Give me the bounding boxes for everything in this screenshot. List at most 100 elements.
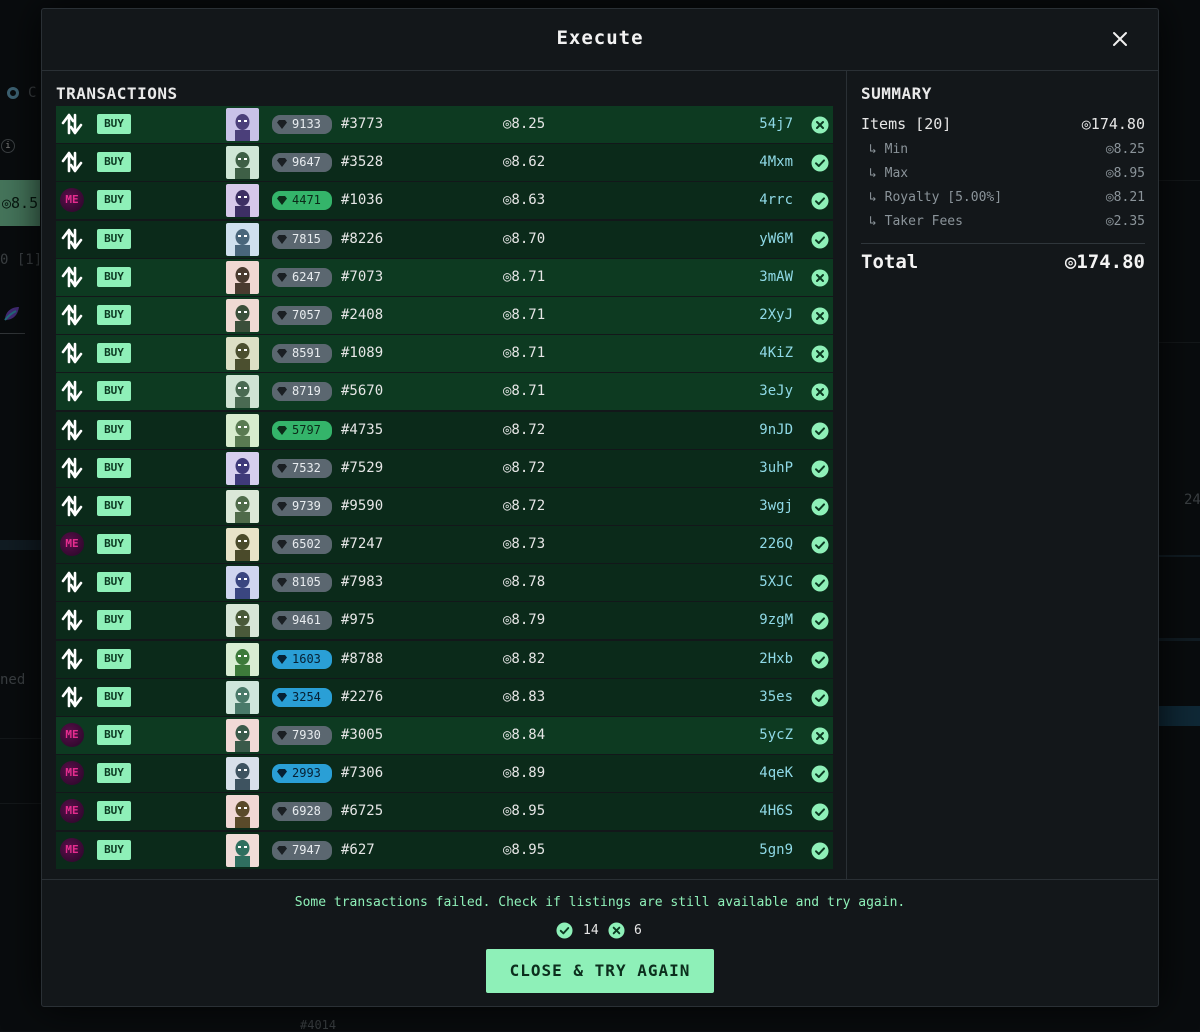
transaction-signature-link[interactable]: 9nJD [759,422,793,438]
nft-thumbnail[interactable] [226,719,259,752]
transaction-signature-link[interactable]: 35es [759,689,793,705]
success-check-icon [811,651,829,669]
nft-thumbnail[interactable] [226,489,259,523]
buy-tag: BUY [97,419,131,440]
nft-thumbnail[interactable] [226,337,259,371]
listing-price: ◎8.71 [503,306,546,323]
transaction-row[interactable]: BUY 8105 #7983 ◎8.78 5XJC [56,564,833,602]
failed-x-icon [811,345,829,363]
nft-thumbnail[interactable] [226,680,259,714]
rarity-rank-badge: 8719 [272,382,332,402]
nft-thumbnail[interactable] [226,222,259,256]
transaction-signature-link[interactable]: 5XJC [759,574,793,590]
transaction-signature-link[interactable]: 4qeK [759,765,793,781]
transaction-row[interactable]: BUY 3254 #2276 ◎8.83 35es [56,678,833,716]
transaction-signature-link[interactable]: 3uhP [759,460,793,476]
rank-number: 6247 [292,269,321,284]
transaction-row[interactable]: BUY 8591 #1089 ◎8.71 4KiZ [56,335,833,373]
gem-icon [277,807,287,817]
summary-max-value: ◎8.95 [1105,166,1145,181]
close-and-try-again-button[interactable]: CLOSE & TRY AGAIN [486,949,714,993]
transaction-signature-link[interactable]: 5ycZ [759,727,793,743]
success-check-icon [811,842,829,860]
transaction-signature-link[interactable]: 4rrc [759,192,793,208]
transaction-row[interactable]: BUY 7815 #8226 ◎8.70 yW6M [56,220,833,258]
listing-price: ◎8.95 [503,803,546,820]
tensor-logo-icon [61,571,83,593]
nft-thumbnail[interactable] [226,604,259,638]
transaction-row[interactable]: BUY 9739 #9590 ◎8.72 3wgj [56,487,833,525]
rank-number: 6928 [292,804,321,819]
nft-thumbnail[interactable] [226,451,259,485]
transaction-row[interactable]: BUY 7057 #2408 ◎8.71 2XyJ [56,296,833,334]
transaction-row[interactable]: BUY 9461 #975 ◎8.79 9zgM [56,602,833,640]
nft-thumbnail[interactable] [226,260,259,294]
transaction-row[interactable]: BUY 9647 #3528 ◎8.62 4Mxm [56,144,833,182]
transaction-signature-link[interactable]: 2XyJ [759,307,793,323]
nft-thumbnail[interactable] [226,833,259,867]
transaction-row[interactable]: BUY 5797 #4735 ◎8.72 9nJD [56,411,833,449]
transaction-signature-link[interactable]: 4KiZ [759,345,793,361]
transaction-row[interactable]: ME BUY 7947 #627 ◎8.95 5gn9 [56,831,833,869]
buy-tag: BUY [97,190,131,211]
buy-tag: BUY [97,304,131,325]
buy-tag: BUY [97,763,131,784]
failed-x-icon [811,727,829,745]
transaction-row[interactable]: ME BUY 4471 #1036 ◎8.63 4rrc [56,182,833,220]
gem-icon [277,196,287,206]
gem-icon [277,769,287,779]
nft-thumbnail[interactable] [226,184,259,218]
nft-thumbnail[interactable] [226,413,259,447]
nft-thumbnail[interactable] [226,528,259,562]
transaction-row[interactable]: BUY 6247 #7073 ◎8.71 3mAW [56,258,833,296]
transaction-signature-link[interactable]: 3eJy [759,383,793,399]
transaction-signature-link[interactable]: 9zgM [759,612,793,628]
transaction-row[interactable]: ME BUY 7930 #3005 ◎8.84 5ycZ [56,717,833,754]
failed-x-icon [608,922,625,939]
transaction-row[interactable]: BUY 1603 #8788 ◎8.82 2Hxb [56,640,833,678]
success-check-icon [811,612,829,630]
nft-thumbnail[interactable] [226,108,259,141]
rarity-rank-badge: 7930 [272,726,332,745]
listing-price: ◎8.72 [503,459,546,476]
rarity-rank-badge: 6928 [272,802,332,822]
listing-price: ◎8.63 [503,192,546,209]
close-icon[interactable] [1110,29,1130,49]
rank-number: 2993 [292,766,321,781]
buy-tag: BUY [97,534,131,555]
modal-title: Execute [556,27,644,49]
nft-thumbnail[interactable] [226,642,259,676]
transaction-signature-link[interactable]: 54j7 [759,116,793,132]
transaction-signature-link[interactable]: 5gn9 [759,842,793,858]
gem-icon [277,845,287,855]
modal-header: Execute [42,9,1158,71]
transaction-signature-link[interactable]: 3wgj [759,498,793,514]
nft-thumbnail[interactable] [226,757,259,791]
rank-number: 5797 [292,422,321,437]
transaction-row[interactable]: BUY 8719 #5670 ◎8.71 3eJy [56,373,833,411]
transaction-signature-link[interactable]: 3mAW [759,269,793,285]
transaction-signature-link[interactable]: 4Mxm [759,154,793,170]
summary-items-value: ◎174.80 [1081,115,1145,133]
nft-thumbnail[interactable] [226,298,259,332]
success-check-icon [811,460,829,478]
nft-thumbnail[interactable] [226,375,259,409]
transaction-signature-link[interactable]: 226Q [759,536,793,552]
transaction-row[interactable]: ME BUY 6502 #7247 ◎8.73 226Q [56,526,833,564]
nft-thumbnail[interactable] [226,795,259,829]
rank-number: 6502 [292,537,321,552]
token-id: #975 [341,612,375,629]
nft-thumbnail[interactable] [226,146,259,180]
token-id: #7247 [341,536,384,553]
transaction-signature-link[interactable]: 2Hxb [759,651,793,667]
transaction-signature-link[interactable]: 4H6S [759,803,793,819]
transaction-row[interactable]: ME BUY 2993 #7306 ◎8.89 4qeK [56,755,833,793]
transaction-row[interactable]: ME BUY 6928 #6725 ◎8.95 4H6S [56,793,833,831]
listing-price: ◎8.95 [503,841,546,858]
nft-thumbnail[interactable] [226,566,259,600]
transaction-row[interactable]: BUY 7532 #7529 ◎8.72 3uhP [56,449,833,487]
transaction-row[interactable]: BUY 9133 #3773 ◎8.25 54j7 [56,106,833,143]
transaction-signature-link[interactable]: yW6M [759,231,793,247]
gem-icon [277,425,287,435]
token-id: #5670 [341,383,384,400]
